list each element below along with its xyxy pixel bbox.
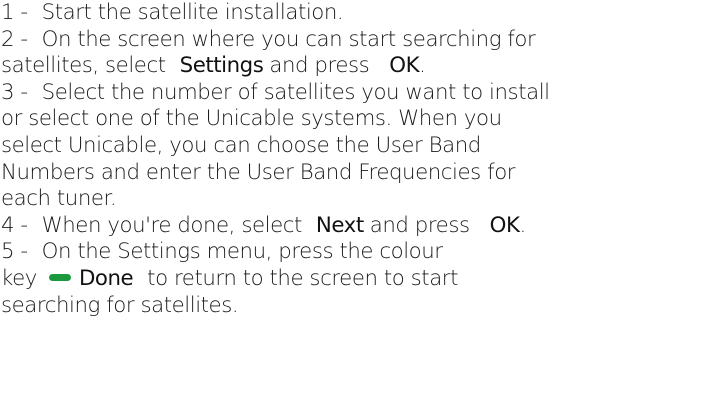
step-number: 4 -: [1, 212, 28, 238]
step-text: and press: [369, 212, 470, 238]
step-text: satellites, select: [1, 53, 166, 79]
step-text: each tuner.: [1, 186, 117, 212]
step-number: 3 -: [1, 79, 28, 105]
instructions-document: 1 - Start the satellite installation. 2 -…: [0, 0, 701, 403]
step-text: and press: [269, 53, 370, 79]
step-text: When you're done, select: [41, 212, 303, 238]
step-2-continued: satellites, select Settings and press OK.: [1, 53, 701, 80]
punctuation: .: [419, 53, 426, 79]
step-text: select Unicable, you can choose the User…: [1, 132, 481, 158]
step-3-continued: select Unicable, you can choose the User…: [1, 133, 701, 160]
step-text: key: [1, 265, 37, 291]
step-text: to return to the screen to start: [147, 265, 458, 291]
step-3-continued: or select one of the Unicable systems. W…: [1, 106, 701, 133]
ok-keyword: OK: [389, 53, 420, 79]
step-text: Start the satellite installation.: [41, 0, 344, 25]
green-colour-key-icon: [48, 274, 71, 282]
step-2: 2 - On the screen where you can start sea…: [1, 27, 701, 54]
step-5-continued: searching for satellites.: [1, 293, 701, 320]
step-3-continued: each tuner.: [1, 186, 701, 213]
step-3-continued: Numbers and enter the User Band Frequenc…: [1, 160, 701, 187]
step-number: 2 -: [1, 26, 28, 52]
step-4: 4 - When you're done, select Next and press…: [1, 213, 701, 240]
punctuation: .: [519, 212, 526, 238]
step-text: or select one of the Unicable systems. W…: [1, 106, 502, 132]
step-text: searching for satellites.: [1, 292, 239, 318]
step-text: Select the number of satellites you want…: [41, 79, 550, 105]
ok-keyword: OK: [489, 212, 520, 238]
step-text: Numbers and enter the User Band Frequenc…: [1, 159, 516, 185]
step-number: 1 -: [1, 0, 28, 25]
step-text: On the screen where you can start search…: [41, 26, 536, 52]
settings-keyword: Settings: [179, 53, 264, 79]
step-5: 5 - On the Settings menu, press the colou…: [1, 239, 701, 266]
next-keyword: Next: [315, 212, 364, 238]
step-1: 1 - Start the satellite installation.: [1, 0, 701, 27]
step-text: On the Settings menu, press the colour: [41, 239, 443, 265]
done-keyword: Done: [78, 265, 134, 291]
step-number: 5 -: [1, 239, 28, 265]
step-5-continued: key Done to return to the screen to start: [1, 266, 701, 293]
step-3: 3 - Select the number of satellites you w…: [1, 80, 701, 107]
